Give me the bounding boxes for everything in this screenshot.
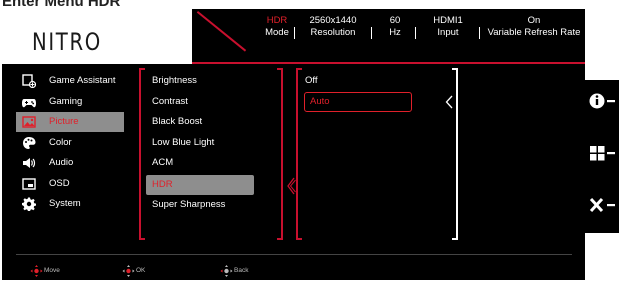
menu-item-osd[interactable]: OSD: [2, 174, 124, 194]
status-input-label: Input: [437, 27, 459, 38]
menu-item-label: OSD: [49, 178, 70, 189]
menu-item-audio[interactable]: Audio: [2, 153, 124, 173]
hint-move-label: Move: [44, 267, 60, 274]
menu-item-label: Color: [49, 137, 72, 148]
menu-item-label: Audio: [49, 157, 74, 168]
menu-item-label: System: [49, 198, 81, 209]
menu-item-color[interactable]: Color: [2, 133, 124, 153]
menu-grid-icon[interactable]: [587, 142, 617, 164]
side-hotkey-panel: [585, 80, 619, 233]
chevron-left-icon: [445, 95, 453, 109]
hint-ok-label: OK: [136, 267, 146, 274]
status-separator: [479, 27, 480, 39]
submenu-bracket-right: [277, 68, 283, 240]
status-vrr-value: On: [527, 15, 541, 26]
option-auto[interactable]: Auto: [304, 92, 412, 112]
palette-icon: [23, 137, 36, 149]
submenu-item-super-sharpness[interactable]: Super Sharpness: [152, 195, 225, 215]
joystick-left-icon: [220, 265, 233, 277]
options-bracket-right: [452, 68, 458, 240]
header-diagonal: [196, 11, 247, 52]
menu-item-system[interactable]: System: [2, 194, 124, 214]
status-refresh-value: 60: [389, 15, 401, 26]
menu-item-picture[interactable]: Picture: [16, 112, 124, 132]
menu-item-gaming[interactable]: Gaming: [2, 92, 124, 112]
speaker-icon: [23, 158, 36, 168]
submenu-item-contrast[interactable]: Contrast: [152, 92, 188, 112]
status-vrr-label: Variable Refresh Rate: [487, 27, 581, 38]
close-icon[interactable]: [587, 194, 617, 216]
footer-divider: [16, 254, 572, 255]
status-refresh-label: Hz: [389, 27, 401, 38]
game-assistant-icon: [22, 74, 36, 88]
joystick-move-icon: [30, 265, 43, 277]
status-mode-label: Mode: [265, 27, 289, 38]
menu-item-label: Picture: [49, 116, 79, 127]
menu-item-label: Game Assistant: [49, 75, 116, 86]
submenu-item-hdr[interactable]: HDR: [146, 175, 254, 195]
submenu-item-low-blue-light[interactable]: Low Blue Light: [152, 133, 214, 153]
picture-icon: [22, 116, 36, 128]
menu-item-label: Gaming: [49, 96, 83, 107]
osd-panel: NITRO HDR Mode 2560x1440 Resolution 60 H…: [2, 9, 585, 280]
submenu-item-acm[interactable]: ACM: [152, 153, 173, 173]
chevron-left-icon: [287, 177, 296, 195]
info-icon[interactable]: [587, 90, 617, 112]
header-divider: [192, 62, 585, 64]
status-separator: [294, 27, 295, 39]
options-bracket-left: [296, 68, 302, 240]
menu-item-game-assistant[interactable]: Game Assistant: [2, 71, 124, 91]
osd-icon: [22, 178, 36, 190]
hint-back-label: Back: [234, 267, 249, 274]
gear-icon: [22, 197, 36, 211]
status-mode: HDR Mode: [264, 15, 290, 49]
gamepad-icon: [22, 99, 36, 108]
joystick-press-icon: [122, 265, 135, 277]
status-resolution: 2560x1440 Resolution: [304, 15, 362, 49]
status-vrr: On Variable Refresh Rate: [486, 15, 582, 49]
status-separator: [415, 27, 416, 39]
option-off[interactable]: Off: [305, 71, 318, 91]
submenu-item-brightness[interactable]: Brightness: [152, 71, 197, 91]
status-input-value: HDMI1: [433, 15, 463, 26]
status-separator: [371, 27, 372, 39]
status-resolution-label: Resolution: [310, 27, 356, 38]
status-refresh: 60 Hz: [382, 15, 408, 49]
status-input: HDMI1 Input: [426, 15, 470, 49]
nitro-logo: NITRO: [32, 28, 102, 56]
submenu-item-black-boost[interactable]: Black Boost: [152, 112, 202, 132]
status-resolution-value: 2560x1440: [309, 15, 357, 26]
submenu-bracket-left: [139, 68, 145, 240]
status-mode-value: HDR: [266, 15, 288, 26]
